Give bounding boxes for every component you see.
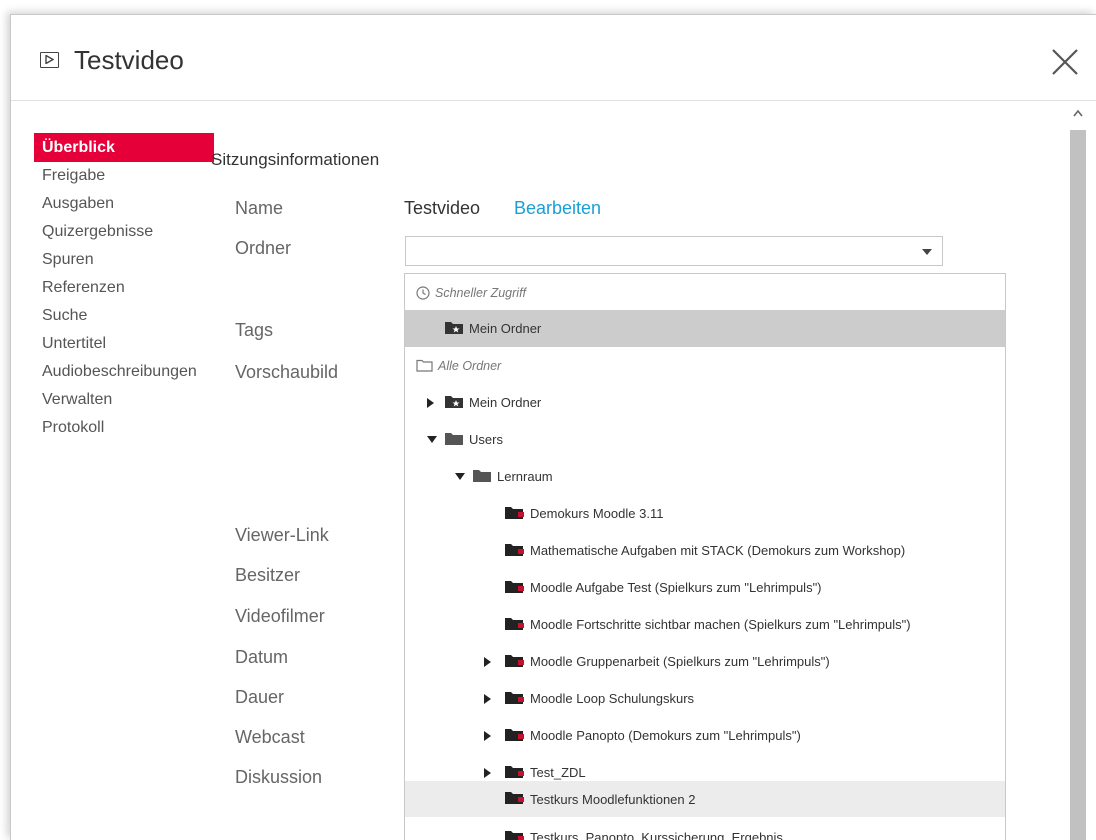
sidebar-item-untertitel[interactable]: Untertitel bbox=[34, 330, 214, 361]
tree-item-course[interactable]: Mathematische Aufgaben mit STACK (Demoku… bbox=[405, 532, 1005, 569]
label-viewer-link: Viewer-Link bbox=[235, 525, 329, 545]
folder-course-icon bbox=[505, 543, 524, 559]
all-folders-label: Alle Ordner bbox=[438, 358, 502, 373]
sidebar-item-protokoll[interactable]: Protokoll bbox=[34, 414, 214, 445]
sidebar-item-ausgaben[interactable]: Ausgaben bbox=[34, 190, 214, 221]
section-title: Sitzungsinformationen bbox=[211, 150, 380, 169]
label-videographer: Videofilmer bbox=[235, 606, 325, 626]
folder-icon bbox=[445, 432, 463, 448]
folder-course-icon bbox=[505, 830, 524, 840]
folder-course-icon bbox=[505, 765, 524, 781]
collapse-arrow-icon[interactable] bbox=[427, 436, 437, 443]
tree-item-course[interactable]: Testkurs_Panopto_Kurssicherung_Ergebnis bbox=[405, 819, 1005, 840]
folder-star-icon bbox=[445, 395, 463, 411]
scroll-thumb[interactable] bbox=[1070, 130, 1086, 840]
chevron-up-icon bbox=[1073, 109, 1083, 117]
tree-item-course[interactable]: Moodle Aufgabe Test (Spielkurs zum "Lehr… bbox=[405, 569, 1005, 606]
folder-course-icon bbox=[505, 728, 524, 744]
tree-item-label: Mathematische Aufgaben mit STACK (Demoku… bbox=[530, 543, 906, 558]
folder-course-icon bbox=[505, 654, 524, 670]
sidebar-item-suche[interactable]: Suche bbox=[34, 302, 214, 333]
tree-item-label: Testkurs_Panopto_Kurssicherung_Ergebnis bbox=[530, 830, 783, 840]
sidebar-item-quizergebnisse[interactable]: Quizergebnisse bbox=[34, 218, 214, 249]
sidebar-item-freigabe[interactable]: Freigabe bbox=[34, 162, 214, 193]
expand-arrow-icon[interactable] bbox=[484, 693, 491, 704]
label-webcast: Webcast bbox=[235, 727, 305, 747]
label-duration: Dauer bbox=[235, 687, 285, 707]
tree-item-label: Test_ZDL bbox=[530, 765, 586, 780]
expand-arrow-icon[interactable] bbox=[427, 397, 434, 408]
sidebar-item-referenzen[interactable]: Referenzen bbox=[34, 274, 214, 305]
folder-select[interactable] bbox=[405, 236, 943, 266]
label-thumbnail: Vorschaubild bbox=[235, 362, 339, 382]
tree-item-users[interactable]: Users bbox=[405, 421, 1005, 458]
sidebar-item-audiobeschreibungen[interactable]: Audiobeschreibungen bbox=[34, 358, 214, 389]
quick-access-item[interactable]: Mein Ordner bbox=[405, 310, 1005, 347]
vertical-scrollbar[interactable] bbox=[1070, 102, 1086, 840]
close-icon[interactable] bbox=[1050, 47, 1080, 77]
label-name: Name bbox=[235, 198, 284, 218]
folder-course-icon bbox=[505, 617, 524, 633]
folder-outline-icon bbox=[416, 359, 433, 372]
tree-item-label: Moodle Loop Schulungskurs bbox=[530, 691, 695, 706]
label-owner: Besitzer bbox=[235, 565, 301, 585]
folder-course-icon bbox=[505, 580, 524, 596]
tree-item-course[interactable]: Moodle Fortschritte sichtbar machen (Spi… bbox=[405, 606, 1005, 643]
tree-item-course[interactable]: Demokurs Moodle 3.11 bbox=[405, 495, 1005, 532]
expand-arrow-icon[interactable] bbox=[484, 767, 491, 778]
label-date: Datum bbox=[235, 647, 289, 667]
folder-course-icon bbox=[505, 791, 524, 807]
tree-item-course[interactable]: Moodle Gruppenarbeit (Spielkurs zum "Leh… bbox=[405, 643, 1005, 680]
tree-item-course[interactable]: Moodle Loop Schulungskurs bbox=[405, 680, 1005, 717]
tree-item-label: Mein Ordner bbox=[469, 395, 542, 410]
tree-item-mein-ordner[interactable]: Mein Ordner bbox=[405, 384, 1005, 421]
tree-item-label: Moodle Panopto (Demokurs zum "Lehrimpuls… bbox=[530, 728, 801, 743]
dialog-title: Testvideo bbox=[74, 45, 184, 75]
sidebar-item-ueberblick[interactable]: Überblick bbox=[34, 133, 214, 162]
tree-item-label: Moodle Fortschritte sichtbar machen (Spi… bbox=[530, 617, 911, 632]
edit-name-link[interactable]: Bearbeiten bbox=[514, 198, 601, 219]
session-dialog: Testvideo Überblick Freigabe Ausgaben Qu… bbox=[10, 14, 1096, 840]
tree-item-lernraum[interactable]: Lernraum bbox=[405, 458, 1005, 495]
all-folders-header: Alle Ordner bbox=[405, 347, 1005, 384]
tree-item-course[interactable]: Testkurs Moodlefunktionen 2 bbox=[405, 781, 1005, 817]
session-name-value: Testvideo bbox=[404, 198, 481, 218]
tree-item-label: Moodle Aufgabe Test (Spielkurs zum "Lehr… bbox=[530, 580, 822, 595]
tree-item-label: Users bbox=[469, 432, 503, 447]
label-tags: Tags bbox=[235, 320, 274, 340]
close-button[interactable] bbox=[1050, 47, 1080, 77]
folder-icon bbox=[473, 469, 491, 485]
quick-access-item-label: Mein Ordner bbox=[469, 321, 542, 336]
label-discussion: Diskussion bbox=[235, 767, 323, 787]
sidebar-nav: Überblick Freigabe Ausgaben Quizergebnis… bbox=[34, 133, 214, 445]
tree-item-course[interactable]: Moodle Panopto (Demokurs zum "Lehrimpuls… bbox=[405, 717, 1005, 754]
folder-course-icon bbox=[505, 506, 524, 522]
tree-item-label: Lernraum bbox=[497, 469, 553, 484]
folder-dropdown: Schneller Zugriff Mein Ordner Alle Ordne… bbox=[404, 273, 1006, 840]
scroll-up-button[interactable] bbox=[1070, 102, 1086, 124]
quick-access-header: Schneller Zugriff bbox=[405, 274, 1005, 311]
play-box-icon bbox=[40, 52, 59, 68]
quick-access-label: Schneller Zugriff bbox=[435, 285, 527, 300]
tree-item-label: Moodle Gruppenarbeit (Spielkurs zum "Leh… bbox=[530, 654, 830, 669]
expand-arrow-icon[interactable] bbox=[484, 730, 491, 741]
tree-item-label: Testkurs Moodlefunktionen 2 bbox=[530, 791, 696, 807]
sidebar-item-verwalten[interactable]: Verwalten bbox=[34, 386, 214, 417]
chevron-down-icon bbox=[922, 249, 932, 255]
folder-star-icon bbox=[445, 321, 463, 337]
sidebar-item-spuren[interactable]: Spuren bbox=[34, 246, 214, 277]
tree-item-label: Demokurs Moodle 3.11 bbox=[530, 506, 664, 521]
label-folder: Ordner bbox=[235, 238, 292, 258]
folder-course-icon bbox=[505, 691, 524, 707]
dialog-title-bar: Testvideo bbox=[11, 15, 1096, 101]
expand-arrow-icon[interactable] bbox=[484, 656, 491, 667]
collapse-arrow-icon[interactable] bbox=[455, 473, 465, 480]
clock-icon bbox=[416, 285, 430, 300]
